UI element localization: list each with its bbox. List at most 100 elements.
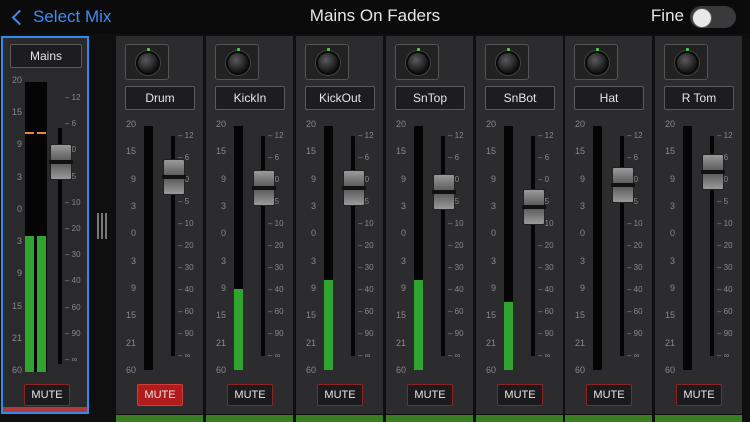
scale-tick-label: – 30 [717,263,733,272]
mains-fader-knob[interactable] [49,144,73,181]
pan-knob[interactable] [125,44,169,80]
peak-marker [37,132,46,135]
scale-tick-label: 15 [305,310,316,321]
scale-tick-label: 15 [485,146,496,157]
meter-level [414,279,423,370]
scale-tick-label: 3 [220,201,226,211]
page-title: Mains On Faders [309,6,441,25]
scale-tick-label: – ∞ [538,351,551,360]
knob-dial [496,51,520,75]
meter-scale: 20 15 9 3 0 3 9 15 21 60 [476,119,496,375]
mute-button[interactable]: MUTE [497,384,543,406]
scale-tick-label: – ∞ [178,351,191,360]
scale-tick-label: 15 [305,146,316,157]
scale-tick-label: – 20 [65,224,81,233]
fader-knob[interactable] [432,174,456,210]
scale-tick-label: 15 [395,146,406,157]
scale-tick-label: – 30 [448,263,464,272]
scale-tick-label: – 20 [358,241,374,250]
mains-mute-button[interactable]: MUTE [24,384,70,406]
mains-selected-bar [3,407,87,412]
scale-tick-label: – 30 [538,263,554,272]
scale-tick-label: 20 [485,119,496,129]
channel-meter [324,126,333,370]
channel-bottom-bar [655,415,742,422]
scale-tick-label: 60 [305,365,316,375]
channel-name: Drum [125,86,195,110]
pan-knob[interactable] [395,44,439,80]
scale-tick-label: 21 [125,337,136,348]
channel-strip[interactable]: R Tom 201593039152160 – 12– 6– 0– 5– 10–… [655,36,742,422]
pan-knob[interactable] [664,44,708,80]
fader-knob[interactable] [611,167,635,204]
channel-strip[interactable]: KickIn 201593039152160 – 12– 6– 0– 5– 10… [206,36,293,422]
drag-handle-icon[interactable] [97,213,107,239]
meter-scale: 20 15 9 3 0 3 9 15 21 60 [386,119,406,375]
channel-bottom-bar [296,415,383,422]
knob-indicator [237,48,240,51]
peak-marker [25,132,34,135]
fine-toggle[interactable] [690,6,736,28]
scale-tick-label: 21 [574,337,585,348]
pan-knob[interactable] [305,44,349,80]
channel-strip[interactable]: SnTop 201593039152160 – 12– 6– 0– 5– 10–… [386,36,473,422]
knob-indicator [147,48,150,51]
scale-tick-label: – 20 [538,241,554,250]
fader-knob[interactable] [162,158,186,195]
channel-strip[interactable]: Drum 201593039152160 – 12– 6– 0– 5– 10– … [116,36,203,422]
mute-button[interactable]: MUTE [407,384,453,406]
scale-tick-label: – 30 [268,263,284,272]
channel-bottom-bar [565,415,652,422]
pan-knob[interactable] [215,44,259,80]
mute-button[interactable]: MUTE [586,384,632,406]
scale-tick-label: 15 [574,310,585,321]
fader-knob[interactable] [701,154,725,191]
scale-tick-label: 60 [125,365,136,375]
scale-tick-label: 9 [579,283,585,293]
scale-tick-label: 9 [490,173,496,184]
channel-strip[interactable]: KickOut 201593039152160 – 12– 6– 0– 5– 1… [296,36,383,422]
scale-tick-label: 15 [125,310,136,321]
channel-strip[interactable]: SnBot 201593039152160 – 12– 6– 0– 5– 10–… [476,36,563,422]
scale-tick-label: – 12 [268,131,284,140]
mute-button[interactable]: MUTE [676,384,722,406]
scale-tick-label: – ∞ [627,351,640,360]
fader-scale: – 12– 6– 0– 5– 10– 20– 30– 40– 60– 90– ∞ [538,131,562,360]
fader-knob[interactable] [522,189,546,226]
mute-button[interactable]: MUTE [227,384,273,406]
scale-tick-label: – 40 [268,285,284,294]
scale-tick-label: 9 [130,283,136,293]
mains-strip[interactable]: Mains 201593039152160 – 12– 6– 0– 5– 10–… [1,36,89,414]
scale-tick-label: 0 [579,228,585,239]
scale-tick-label: 21 [11,332,22,343]
mute-button[interactable]: MUTE [317,384,363,406]
scale-tick-label: – 12 [627,131,643,140]
mute-button[interactable]: MUTE [137,384,183,406]
scale-tick-label: 3 [220,255,226,266]
scale-tick-label: – 60 [178,307,194,316]
scale-tick-label: 9 [400,283,406,293]
fader-knob[interactable] [252,169,276,206]
channel-meter [593,126,602,370]
channel-strip[interactable]: Hat 201593039152160 – 12– 6– 0– 5– 10– 2… [565,36,652,422]
scale-tick-label: – 30 [65,250,81,260]
scale-tick-label: 15 [664,146,675,157]
pan-knob[interactable] [485,44,529,80]
channel-meter [414,126,423,370]
mains-meter-right [37,82,46,372]
scale-tick-label: – 10 [717,219,733,228]
scale-tick-label: 3 [16,171,22,182]
scale-tick-label: 9 [579,173,585,184]
scale-tick-label: – ∞ [448,351,461,360]
meter-scale: 20 15 9 3 0 3 9 15 21 60 [206,119,226,375]
scale-tick-label: 0 [130,228,136,239]
scale-tick-label: 0 [310,228,316,239]
fader-knob[interactable] [342,169,366,206]
scale-tick-label: 3 [669,255,675,266]
scale-tick-label: – 40 [538,285,554,294]
scale-tick-label: – 40 [627,285,643,294]
channel-meter [504,126,513,370]
fine-label: Fine [650,6,684,25]
pan-knob[interactable] [574,44,618,80]
scale-tick-label: – 60 [268,307,284,316]
